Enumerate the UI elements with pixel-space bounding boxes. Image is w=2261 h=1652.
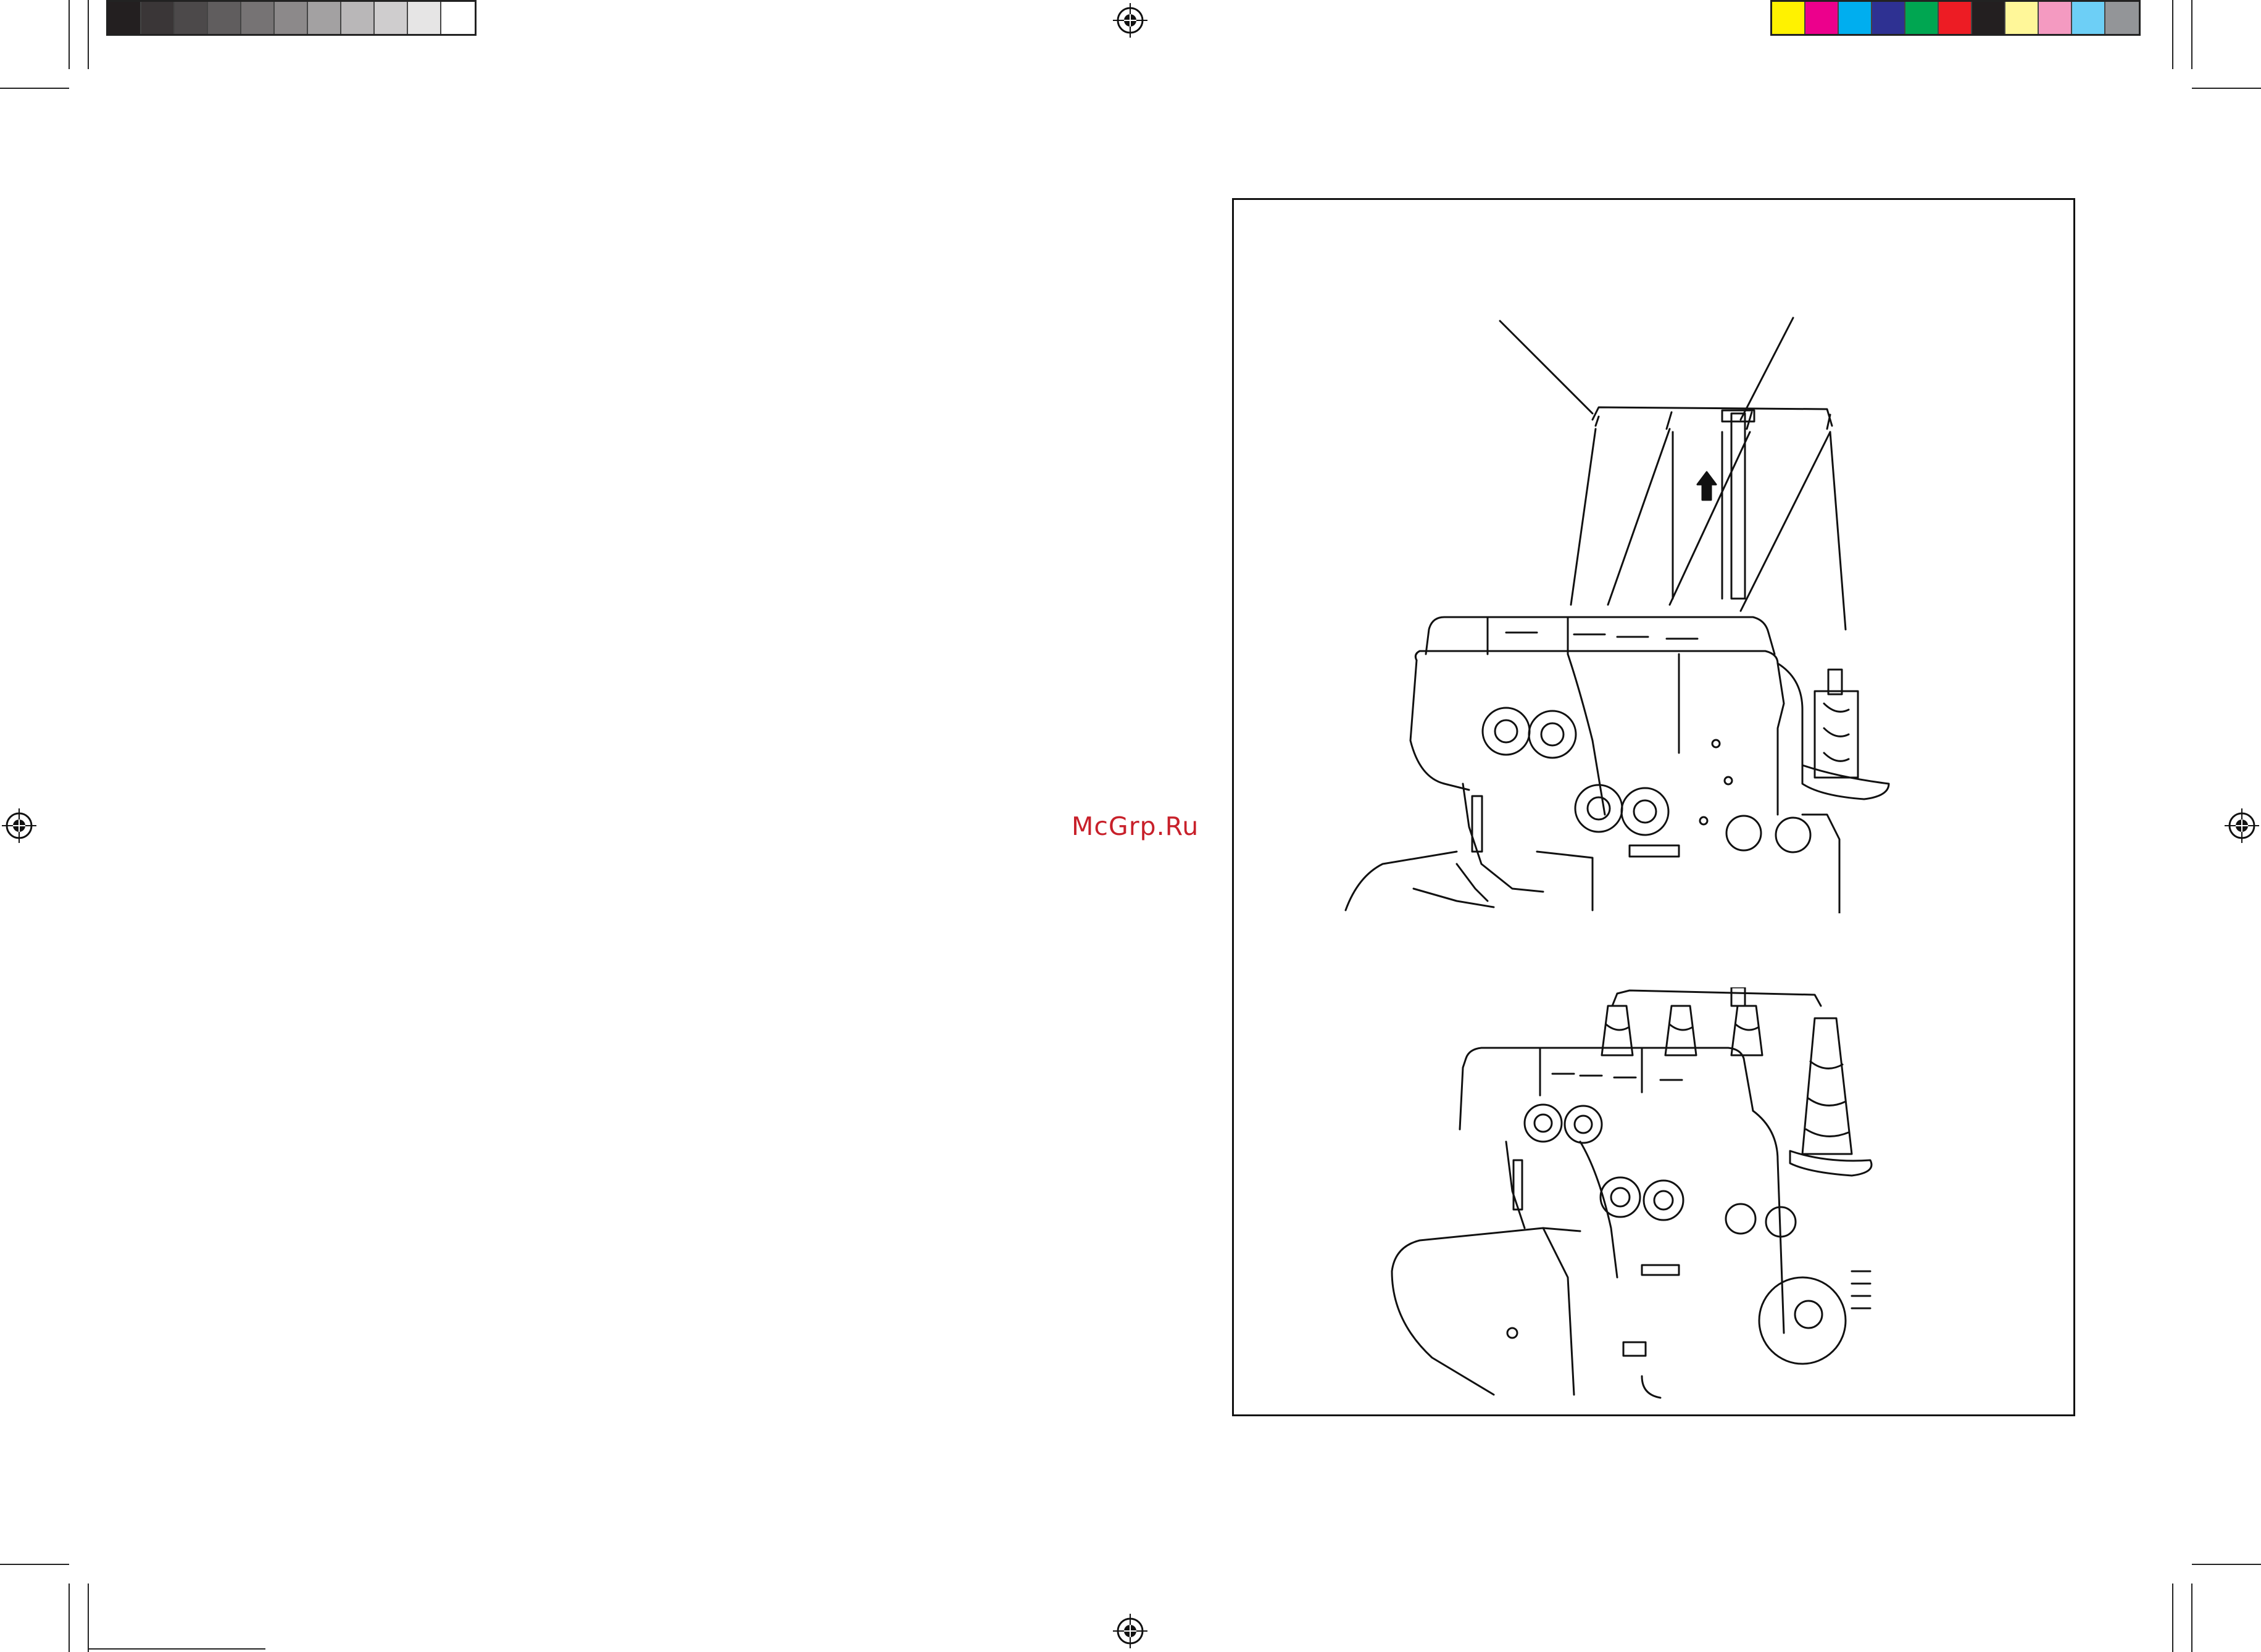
serger-machine-with-four-thread-cones-icon [1391,987,1873,1399]
registration-mark-top [1113,3,1147,38]
watermark-text: McGrp.Ru [1072,811,1199,841]
registration-mark-left [2,808,36,843]
registration-mark-bottom [1113,1614,1147,1648]
registration-mark-right [2225,808,2259,843]
serger-machine-with-thread-guide-raised-icon [1344,317,1890,913]
